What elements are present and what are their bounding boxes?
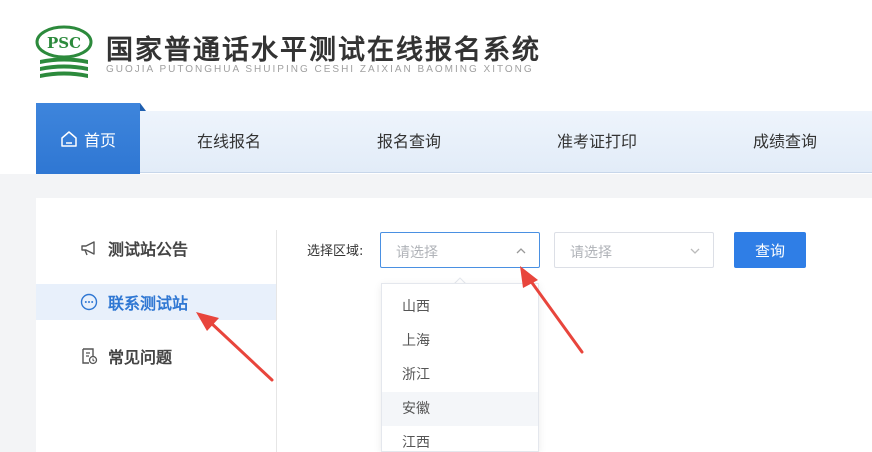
sidebar-divider: [276, 230, 277, 452]
home-icon: [61, 130, 77, 147]
nav-online-registration[interactable]: 在线报名: [197, 111, 261, 173]
chevron-down-icon: [690, 248, 700, 254]
nav-home[interactable]: 首页: [36, 103, 146, 174]
chevron-up-icon: [516, 248, 526, 254]
sidebar-item-faq[interactable]: 常见问题: [36, 338, 276, 374]
sidebar-item-contact[interactable]: 联系测试站: [36, 284, 276, 320]
sidebar-item-label: 测试站公告: [108, 240, 189, 259]
query-button[interactable]: 查询: [734, 232, 806, 268]
region-dropdown: 山西 上海 浙江 安徽 江西: [381, 283, 539, 452]
document-icon: [82, 348, 98, 365]
sidebar-item-announcements[interactable]: 测试站公告: [36, 230, 276, 266]
dropdown-option[interactable]: 山西: [382, 290, 538, 324]
nav-home-label: 首页: [83, 130, 116, 150]
header: PSC 国家普通话水平测试在线报名系统 GUOJIA PUTONGHUA SHU…: [0, 0, 872, 104]
dropdown-option[interactable]: 浙江: [382, 358, 538, 392]
region-select-placeholder: 请选择: [396, 245, 438, 261]
sidebar-item-label: 常见问题: [108, 348, 173, 367]
sidebar-item-label: 联系测试站: [108, 294, 189, 313]
main-nav: 首页 在线报名 报名查询 准考证打印 成绩查询: [36, 103, 872, 174]
dropdown-option-hovered[interactable]: 安徽: [382, 392, 538, 426]
svg-text:PSC: PSC: [47, 34, 81, 52]
sub-region-select-placeholder: 请选择: [570, 245, 612, 261]
dropdown-option[interactable]: 上海: [382, 324, 538, 358]
region-select[interactable]: 请选择: [380, 232, 540, 268]
nav-registration-query[interactable]: 报名查询: [377, 111, 441, 173]
region-filter-label: 选择区域:: [307, 244, 364, 259]
nav-score-query[interactable]: 成绩查询: [753, 111, 817, 173]
dropdown-option[interactable]: 江西: [382, 426, 538, 451]
nav-admission-ticket-print[interactable]: 准考证打印: [557, 111, 637, 173]
megaphone-icon: [81, 241, 95, 256]
psc-logo[interactable]: PSC: [34, 24, 94, 80]
site-title: 国家普通话水平测试在线报名系统: [106, 35, 541, 66]
chat-icon: [80, 293, 98, 311]
sub-region-select[interactable]: 请选择: [554, 232, 714, 268]
site-subtitle: GUOJIA PUTONGHUA SHUIPING CESHI ZAIXIAN …: [106, 64, 534, 75]
